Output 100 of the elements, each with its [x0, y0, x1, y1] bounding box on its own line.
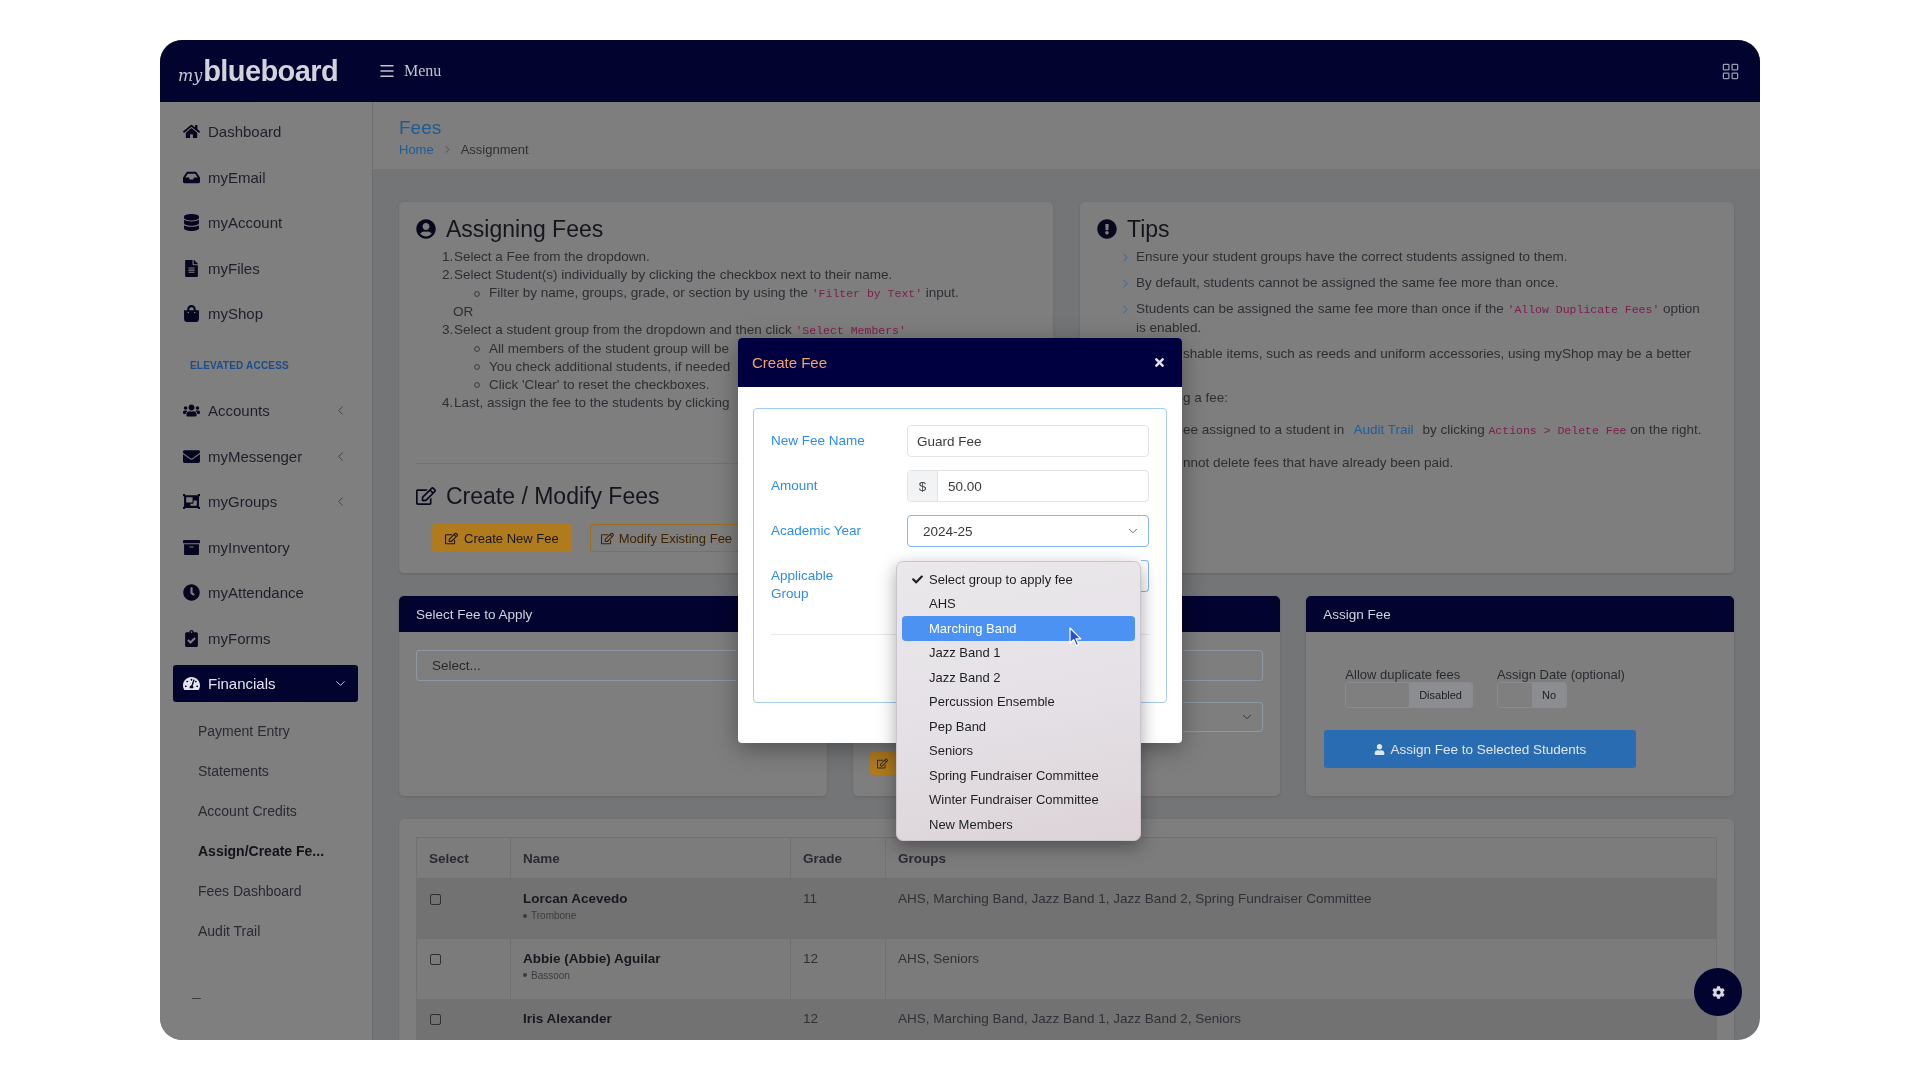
- dropdown-option[interactable]: Percussion Ensemble: [902, 689, 1135, 714]
- toggle-switch[interactable]: No: [1496, 682, 1568, 708]
- menu-button[interactable]: Menu: [378, 62, 442, 80]
- checkbox[interactable]: [430, 894, 441, 905]
- field-label: New Fee Name: [771, 432, 865, 450]
- checkbox[interactable]: [430, 953, 441, 965]
- close-icon: [1153, 356, 1166, 369]
- database-icon: [183, 214, 200, 231]
- input-field[interactable]: [1183, 650, 1264, 681]
- nav-item[interactable]: myGroups: [173, 483, 358, 520]
- column-header: Select: [416, 837, 511, 879]
- table-cell: AHS, Seniors: [898, 950, 980, 966]
- users-icon: [183, 402, 200, 419]
- dropdown-option[interactable]: Seniors: [902, 738, 1135, 763]
- envelope-icon: [183, 447, 200, 465]
- nav-subitem[interactable]: Account Credits: [160, 790, 372, 831]
- step-number: 4.: [442, 394, 454, 412]
- nav-item[interactable]: myAccount: [173, 204, 358, 241]
- dot-icon: [523, 973, 527, 977]
- dropdown-option[interactable]: Spring Fundraiser Committee: [902, 763, 1135, 788]
- home-icon: [183, 123, 200, 140]
- card-title: Create / Modify Fees: [446, 482, 660, 510]
- checkbox[interactable]: [430, 1013, 441, 1025]
- dropdown-option[interactable]: AHS: [902, 591, 1135, 616]
- page-title: Fees: [399, 116, 443, 140]
- nav-subitem[interactable]: Payment Entry: [160, 710, 372, 751]
- column-header: Groups: [885, 837, 1717, 879]
- instruction-text: Click 'Clear' to reset the checkboxes.: [489, 376, 710, 394]
- dropdown-option[interactable]: Pep Band: [902, 714, 1135, 739]
- column-header: Grade: [790, 837, 886, 879]
- instruction-text: You check additional students, if needed: [489, 358, 731, 376]
- user-icon: [1374, 743, 1386, 755]
- text-input[interactable]: Guard Fee: [907, 425, 1149, 457]
- nav-item[interactable]: myEmail: [173, 158, 358, 196]
- select-field[interactable]: [1183, 702, 1264, 732]
- nav-subitem[interactable]: Assign/Create Fe...: [160, 830, 372, 871]
- amount-input[interactable]: $ 50.00: [907, 470, 1149, 502]
- nav-item[interactable]: Financials: [173, 665, 358, 702]
- tip-text: By default, students cannot be assigned the same fee more than once.: [1136, 274, 1559, 292]
- dropdown-option[interactable]: Jazz Band 2: [902, 665, 1135, 690]
- tip-text: g a fee:: [1183, 390, 1229, 405]
- create-fee-button[interactable]: Create New Fee: [432, 524, 572, 552]
- nav-item[interactable]: myInventory: [173, 528, 358, 566]
- instruction-text: All members of the student group will be: [489, 340, 730, 358]
- card-title: Tips: [1127, 215, 1170, 243]
- clock-icon: [183, 584, 200, 601]
- nav-item[interactable]: myFiles: [173, 249, 358, 287]
- grid-icon[interactable]: [1721, 61, 1740, 81]
- tip-text: Ensure your student groups have the correct students assigned to them.: [1136, 248, 1568, 266]
- dropdown-option[interactable]: Select group to apply fee: [902, 567, 1135, 592]
- table-cell: 11: [803, 891, 817, 906]
- nav-subitem[interactable]: Audit Trail: [160, 910, 372, 951]
- clipboard-check-icon: [183, 629, 200, 647]
- nav-item[interactable]: myAttendance: [173, 574, 358, 611]
- table-cell: AHS, Marching Band, Jazz Band 1, Jazz Band 2, Spring Fundraiser Committee: [898, 891, 1372, 906]
- dropdown-option[interactable]: Marching Band: [902, 616, 1135, 641]
- currency-addon: $: [908, 471, 938, 501]
- dropdown-option[interactable]: Winter Fundraiser Committee: [902, 787, 1135, 812]
- instruction-text: OR: [453, 304, 474, 319]
- modal-title: Create Fee: [752, 354, 828, 371]
- instruction-text: Select Student(s) individually by clicking the checkbox next to their name.: [454, 266, 893, 284]
- card-title: Assigning Fees: [446, 215, 604, 243]
- nav-item[interactable]: Accounts: [173, 392, 358, 429]
- bullet-icon: [474, 290, 480, 297]
- tip-text: Students can be assigned the same fee more than once if the 'Allow Duplicate Fees' option is enabled.: [1136, 300, 1701, 337]
- table-cell: 12: [803, 950, 819, 966]
- toggle-label: Allow duplicate fees: [1345, 667, 1461, 682]
- student-name: Abbie (Abbie) Aguilar: [523, 950, 662, 966]
- nav-subitem[interactable]: Statements: [160, 750, 372, 791]
- nav-item[interactable]: myForms: [173, 619, 358, 657]
- instrument-label: Bassoon: [531, 969, 570, 981]
- nav-subitem[interactable]: Fees Dashboard: [160, 870, 372, 911]
- select-field[interactable]: Select...: [416, 650, 736, 681]
- cursor-icon: [1069, 627, 1082, 647]
- nav-item[interactable]: Dashboard: [173, 113, 358, 150]
- menu-icon: [378, 62, 396, 80]
- instruction-text: Select a student group from the dropdown and then click 'Select Members': [454, 321, 906, 339]
- dropdown-option[interactable]: Jazz Band 1: [902, 640, 1135, 665]
- table-cell: AHS, Marching Band, Jazz Band 1, Jazz Band 2, Seniors: [898, 1010, 1241, 1026]
- section-title: ELEVATED ACCESS: [189, 358, 290, 373]
- nav-item[interactable]: myShop: [173, 295, 358, 332]
- step-number: 2.: [442, 266, 454, 284]
- bullet-icon: [474, 364, 480, 370]
- archive-box-icon: [183, 538, 200, 556]
- nav-item[interactable]: myMessenger: [173, 437, 358, 475]
- dropdown-option[interactable]: New Members: [902, 812, 1135, 837]
- close-button[interactable]: [1153, 356, 1166, 369]
- select-field[interactable]: 2024-25: [907, 515, 1149, 547]
- tip-text: shable items, such as reeds and uniform accessories, using myShop may be a better: [1183, 346, 1691, 361]
- assign-fee-button[interactable]: Assign Fee to Selected Students: [1324, 730, 1637, 768]
- object-group-icon: [183, 493, 200, 510]
- gear-icon: [1711, 985, 1725, 999]
- step-number: 1.: [442, 248, 454, 266]
- edit-button[interactable]: [869, 752, 895, 775]
- card-header: Assign Fee: [1306, 596, 1734, 632]
- instruction-text: Filter by name, groups, grade, or section by using the 'Filter by Text' input.: [489, 284, 959, 302]
- student-name: Lorcan Acevedo: [523, 891, 629, 906]
- toggle-switch[interactable]: Disabled: [1345, 682, 1473, 708]
- field-label: Amount: [771, 477, 818, 495]
- bullet-icon: [474, 346, 480, 352]
